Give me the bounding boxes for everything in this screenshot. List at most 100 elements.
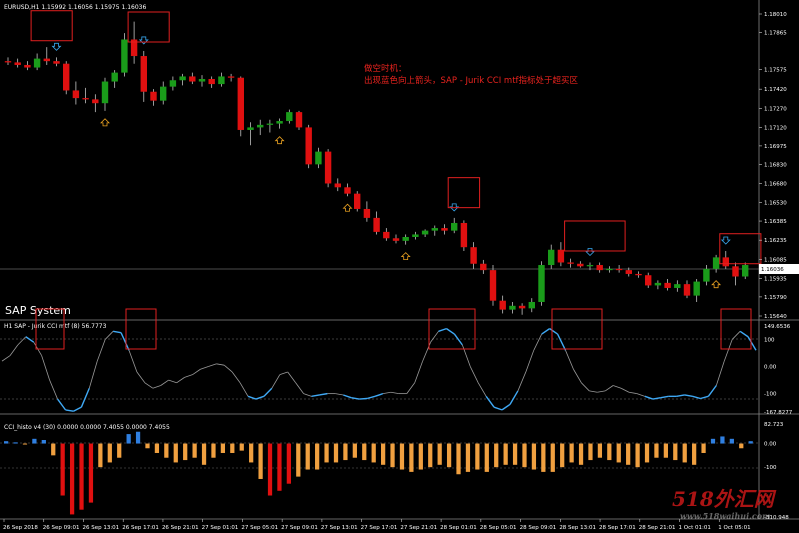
candle-body <box>43 58 50 62</box>
histogram-bar <box>522 443 527 468</box>
candle-body <box>732 266 739 277</box>
cci-line-segment <box>335 393 344 396</box>
price-tick-label: 1.17270 <box>764 106 787 112</box>
candle-body <box>218 76 225 85</box>
cci-line-segment <box>120 332 130 351</box>
histogram-bar <box>428 443 433 468</box>
current-price-value: 1.16036 <box>761 267 784 273</box>
cci-line-segment <box>723 339 733 362</box>
time-tick-label: 27 Sep 21:01 <box>400 525 437 531</box>
candle-body <box>722 257 729 267</box>
annotation-line-2: 出现蓝色向上箭头，SAP - Jurik CCI mtf指标处于超买区 <box>364 75 579 86</box>
cci-line-segment <box>469 366 479 383</box>
mt4-chart-window[interactable]: EURUSD,H1 1.15992 1.16056 1.15975 1.1603… <box>0 0 799 533</box>
cci-line-segment <box>556 333 567 351</box>
cci-line-segment <box>684 394 693 398</box>
ind2-tick-label: -100 <box>764 465 777 471</box>
histogram-bar <box>201 443 207 465</box>
cci-line-segment <box>263 387 273 397</box>
cci-line-segment <box>65 409 74 412</box>
histogram-bar <box>239 443 244 451</box>
histogram-bar <box>192 443 197 458</box>
cci-line-segment <box>17 336 27 346</box>
cci-line-segment <box>707 385 717 397</box>
cci-line-segment <box>581 382 590 392</box>
cci-line-segment <box>80 387 90 408</box>
cci-line-segment <box>390 391 399 395</box>
cci-line-segment <box>636 393 646 397</box>
cci-line-segment <box>88 361 98 389</box>
time-tick-label: 26 Sep 17:01 <box>122 525 159 531</box>
histogram-bar <box>456 443 461 475</box>
cci-line-segment <box>295 382 304 394</box>
cci-line-segment <box>359 397 368 400</box>
candle-body <box>693 281 700 296</box>
histogram-bar <box>578 443 584 465</box>
cci-line-segment <box>517 371 527 392</box>
histogram-bar <box>371 443 376 463</box>
histogram-bar <box>333 443 339 463</box>
time-tick-label: 28 Sep 21:01 <box>639 525 676 531</box>
time-tick-label: 28 Sep 05:01 <box>480 525 517 531</box>
cci-line-segment <box>382 391 391 395</box>
candle-body <box>276 121 283 124</box>
candle-body <box>548 249 555 266</box>
candle-body <box>460 222 468 248</box>
candle-body <box>295 112 303 128</box>
candle-body <box>121 39 128 73</box>
candle-body <box>53 61 60 64</box>
cci-line-segment <box>493 406 503 411</box>
cci-line-segment <box>438 327 447 332</box>
candle-body <box>392 238 400 241</box>
candle-body <box>703 268 710 282</box>
cci-line-segment <box>453 333 463 346</box>
histogram-bar <box>258 443 263 479</box>
histogram-bar <box>230 443 235 453</box>
price-tick-label: 1.15640 <box>764 314 787 320</box>
candle-body <box>286 112 293 122</box>
histogram-bar <box>644 443 650 463</box>
time-tick-label: 27 Sep 05:01 <box>241 525 278 531</box>
cci-line-segment <box>676 394 685 398</box>
histogram-bar <box>437 443 442 465</box>
histogram-bar <box>173 443 178 463</box>
histogram-bar <box>352 443 357 458</box>
time-tick-label: 26 Sep 2018 <box>3 525 38 531</box>
histogram-bar <box>541 443 546 472</box>
histogram-bar <box>720 436 725 444</box>
candle-body <box>402 236 409 241</box>
cci-line-segment <box>136 371 146 384</box>
price-tick-label: 1.16235 <box>764 238 787 244</box>
cci-line-segment <box>239 382 249 397</box>
cci-line-segment <box>160 379 169 386</box>
histogram-bar <box>286 443 291 484</box>
cci-line-segment <box>589 390 598 393</box>
cci-line-segment <box>41 355 51 381</box>
price-tick-label: 1.15935 <box>764 276 787 282</box>
cci-line-segment <box>406 382 416 394</box>
cci-line-segment <box>319 392 328 396</box>
cci-line-segment <box>9 344 19 356</box>
histogram-bar <box>41 439 46 444</box>
candle-body <box>150 91 157 101</box>
candle-body <box>140 56 147 92</box>
cci-line-segment <box>430 331 439 343</box>
histogram-bar <box>107 443 112 463</box>
histogram-bar <box>145 443 150 449</box>
time-tick-label: 28 Sep 01:01 <box>440 525 477 531</box>
time-tick-label: 28 Sep 13:01 <box>559 525 596 531</box>
histogram-bar <box>729 438 734 444</box>
cci-line-segment <box>652 396 661 400</box>
candle-body <box>14 62 21 65</box>
main-chart-title: EURUSD,H1 1.15992 1.16056 1.15975 1.1603… <box>4 4 146 11</box>
candle-body <box>606 268 613 271</box>
cci-line-segment <box>549 328 558 335</box>
cci-line-segment <box>223 364 233 373</box>
jurik-cci-line <box>1 327 757 412</box>
cci-line-segment <box>366 395 376 400</box>
price-pane[interactable] <box>0 0 759 320</box>
histogram-bar <box>296 443 301 477</box>
histogram-bar <box>32 438 37 444</box>
histogram-bar <box>701 443 706 453</box>
candle-body <box>363 208 371 218</box>
